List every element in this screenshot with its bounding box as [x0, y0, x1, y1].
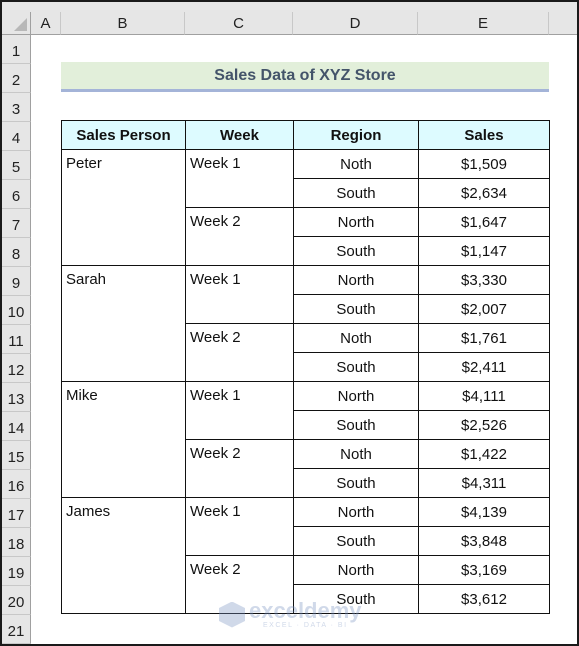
cell-region[interactable]: Noth [293, 439, 419, 469]
cell-region[interactable]: North [293, 265, 419, 295]
cell-region[interactable]: South [293, 410, 419, 440]
row-header[interactable]: 20 [2, 586, 31, 615]
row-header[interactable]: 21 [2, 615, 31, 644]
cell-region[interactable]: North [293, 207, 419, 237]
header-week[interactable]: Week [185, 120, 294, 150]
cell-region[interactable]: Noth [293, 149, 419, 179]
table-row: Sarah Week 1 North $3,330 [61, 265, 550, 382]
cell-sales[interactable]: $1,761 [418, 323, 550, 353]
column-header-b[interactable]: B [61, 12, 185, 35]
exceldemy-logo-icon [219, 601, 245, 628]
row-header[interactable]: 5 [2, 151, 31, 180]
row-header[interactable]: 8 [2, 238, 31, 267]
header-sales[interactable]: Sales [418, 120, 550, 150]
sales-table: Sales Person Week Region Sales Peter Week… [61, 120, 550, 614]
cell-region[interactable]: South [293, 468, 419, 498]
table-row: James Week 1 North $4,139 [61, 497, 550, 614]
row-header[interactable]: 6 [2, 180, 31, 209]
cell-sales[interactable]: $2,007 [418, 294, 550, 324]
cell-sales-person[interactable]: Peter [61, 149, 186, 266]
cell-sales[interactable]: $2,411 [418, 352, 550, 382]
column-header-d[interactable]: D [293, 12, 418, 35]
cell-region[interactable]: South [293, 236, 419, 266]
select-all-triangle-icon [14, 18, 27, 31]
cell-region[interactable]: South [293, 352, 419, 382]
select-all-button[interactable] [2, 12, 31, 35]
watermark-main-text: exceldemy [249, 598, 362, 623]
column-header-f[interactable] [549, 12, 577, 35]
header-row: Sales Person Week Region Sales [61, 120, 550, 150]
row-header[interactable]: 4 [2, 122, 31, 151]
cell-week[interactable]: Week 2 [185, 439, 294, 498]
row-header[interactable]: 1 [2, 35, 31, 64]
sheet-title: Sales Data of XYZ Store [61, 62, 549, 92]
row-header[interactable]: 18 [2, 528, 31, 557]
cell-sales[interactable]: $3,848 [418, 526, 550, 556]
column-header-a[interactable]: A [31, 12, 61, 35]
cell-sales[interactable]: $4,111 [418, 381, 550, 411]
row-header[interactable]: 7 [2, 209, 31, 238]
exceldemy-watermark: exceldemy EXCEL · DATA · BI [219, 600, 362, 629]
cell-region[interactable]: North [293, 555, 419, 585]
cell-region[interactable]: South [293, 178, 419, 208]
row-header[interactable]: 9 [2, 267, 31, 296]
row-header[interactable]: 15 [2, 441, 31, 470]
cell-sales[interactable]: $2,526 [418, 410, 550, 440]
cell-week[interactable]: Week 1 [185, 265, 294, 324]
row-header[interactable]: 16 [2, 470, 31, 499]
table-row: Peter Week 1 Noth $1,509 [61, 149, 550, 266]
cell-week[interactable]: Week 1 [185, 497, 294, 556]
cell-sales[interactable]: $4,311 [418, 468, 550, 498]
cell-sales[interactable]: $1,647 [418, 207, 550, 237]
row-header[interactable]: 19 [2, 557, 31, 586]
cell-sales[interactable]: $2,634 [418, 178, 550, 208]
cell-week[interactable]: Week 1 [185, 149, 294, 208]
cell-region[interactable]: Noth [293, 323, 419, 353]
cell-sales[interactable]: $1,422 [418, 439, 550, 469]
cell-sales[interactable]: $1,147 [418, 236, 550, 266]
row-header[interactable]: 10 [2, 296, 31, 325]
cell-week[interactable]: Week 1 [185, 381, 294, 440]
row-header[interactable]: 13 [2, 383, 31, 412]
row-header[interactable]: 17 [2, 499, 31, 528]
row-header[interactable]: 11 [2, 325, 31, 354]
cell-sales-person[interactable]: Mike [61, 381, 186, 498]
row-header[interactable]: 3 [2, 93, 31, 122]
cell-region[interactable]: North [293, 497, 419, 527]
cell-sales-person[interactable]: James [61, 497, 186, 614]
spreadsheet: A B C D E 1 2 3 4 5 6 7 8 9 10 11 12 13 14 15 16 17 18 19 2… [2, 2, 577, 644]
row-header[interactable]: 12 [2, 354, 31, 383]
cell-sales-person[interactable]: Sarah [61, 265, 186, 382]
row-header[interactable]: 2 [2, 64, 31, 93]
cell-week[interactable]: Week 2 [185, 323, 294, 382]
row-header[interactable]: 14 [2, 412, 31, 441]
watermark-sub-text: EXCEL · DATA · BI [263, 622, 348, 629]
column-header-c[interactable]: C [185, 12, 293, 35]
cell-sales[interactable]: $3,330 [418, 265, 550, 295]
cell-region[interactable]: South [293, 526, 419, 556]
column-header-e[interactable]: E [418, 12, 549, 35]
table-row: Mike Week 1 North $4,111 [61, 381, 550, 498]
cell-region[interactable]: North [293, 381, 419, 411]
cell-region[interactable]: South [293, 294, 419, 324]
cell-sales[interactable]: $3,612 [418, 584, 550, 614]
header-sales-person[interactable]: Sales Person [61, 120, 186, 150]
top-bar [2, 2, 577, 12]
cell-sales[interactable]: $3,169 [418, 555, 550, 585]
cell-sales[interactable]: $4,139 [418, 497, 550, 527]
cell-sales[interactable]: $1,509 [418, 149, 550, 179]
header-region[interactable]: Region [293, 120, 419, 150]
cell-week[interactable]: Week 2 [185, 207, 294, 266]
